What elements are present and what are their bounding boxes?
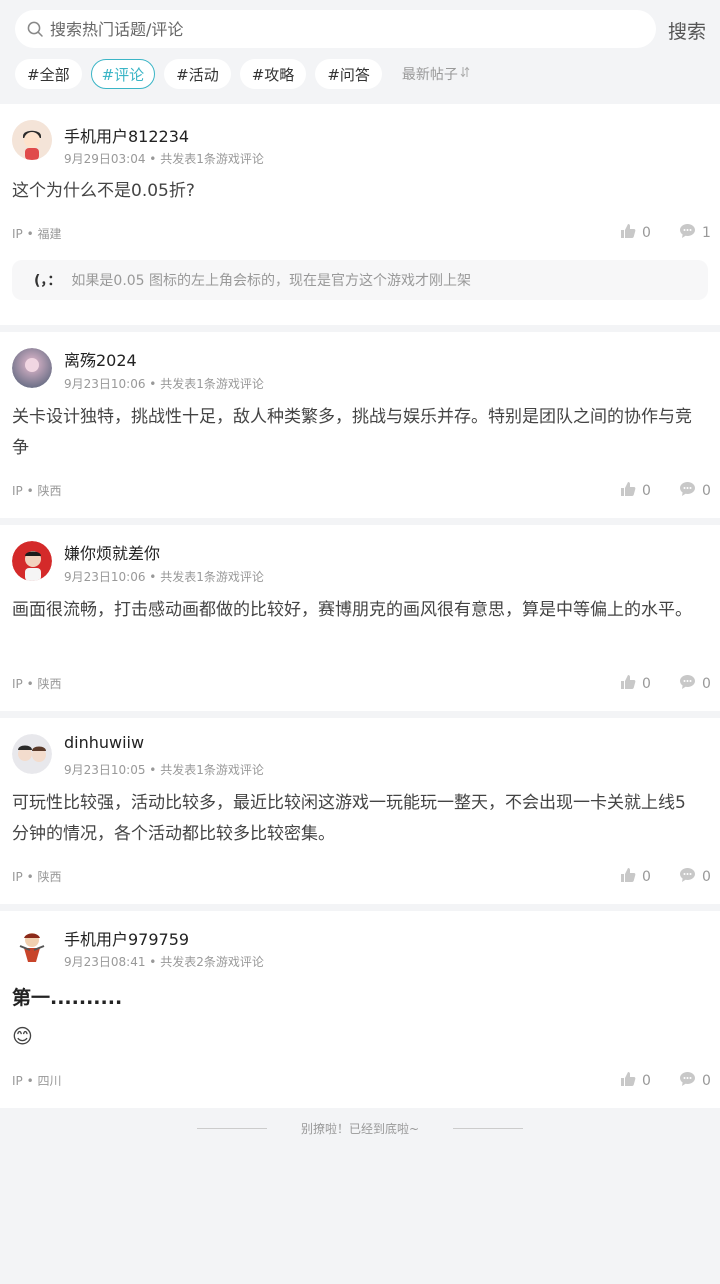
post-card[interactable]: dinhuwiiw 9月23日10:05 • 共发表1条游戏评论 可玩性比较强，… [0,718,720,904]
like-button[interactable]: 0 [620,1071,651,1091]
like-count: 0 [642,225,651,241]
username[interactable]: 离殇2024 [64,347,137,371]
end-of-list-text: 别撩啦！已经到底啦~ [300,1121,420,1136]
sort-arrows-icon [460,66,470,82]
like-count: 0 [642,869,651,885]
tab-guide[interactable]: #攻略 [239,59,307,89]
smile-emoji-icon: 😊 [12,1024,33,1048]
comment-count: 0 [702,483,711,499]
thumbs-up-icon [620,867,642,887]
comment-bubble-icon [679,867,702,887]
tab-review[interactable]: #评论 [90,59,156,89]
thumbs-up-icon [620,1071,642,1091]
post-card[interactable]: 嫌你烦就差你 9月23日10:06 • 共发表1条游戏评论 画面很流畅，打击感动… [0,525,720,711]
post-content[interactable]: 可玩性比较强，活动比较多，最近比较闲这游戏一玩能玩一整天，不会出现一卡关就上线5… [12,788,700,850]
comment-bubble-icon [679,674,702,694]
post-card[interactable]: 手机用户979759 9月23日08:41 • 共发表2条游戏评论 第一....… [0,911,720,1108]
comment-count: 0 [702,869,711,885]
comment-button[interactable]: 0 [679,481,711,501]
like-count: 0 [642,1073,651,1089]
post-meta: 9月23日10:06 • 共发表1条游戏评论 [64,570,264,584]
post-meta: 9月23日10:05 • 共发表1条游戏评论 [64,763,264,777]
like-button[interactable]: 0 [620,867,651,887]
sort-label: 最新帖子 [401,67,458,83]
username[interactable]: 手机用户812234 [64,123,189,147]
avatar[interactable] [12,348,52,388]
search-icon [26,20,44,38]
thumbs-up-icon [620,223,642,243]
post-content[interactable]: 关卡设计独特，挑战性十足，敌人种类繁多，挑战与娱乐并存。特别是团队之间的协作与竞… [12,402,700,464]
like-count: 0 [642,483,651,499]
comment-bubble-icon [679,481,702,501]
post-content[interactable]: 第一.......... [12,983,700,1014]
like-button[interactable]: 0 [620,223,651,243]
comment-button[interactable]: 0 [679,1071,711,1091]
avatar[interactable] [12,734,52,774]
username[interactable]: dinhuwiiw [64,733,144,752]
username[interactable]: 嫌你烦就差你 [64,540,160,564]
post-meta: 9月23日10:06 • 共发表1条游戏评论 [64,377,264,391]
reply-author: (，： [34,273,62,289]
search-box[interactable] [15,10,656,48]
post-card[interactable]: 手机用户812234 9月29日03:04 • 共发表1条游戏评论 这个为什么不… [0,104,720,325]
like-button[interactable]: 0 [620,481,651,501]
tab-all[interactable]: #全部 [15,59,82,89]
comment-button[interactable]: 1 [679,223,711,243]
reply-text: 如果是0.05 图标的左上角会标的，现在是官方这个游戏才刚上架 [71,273,472,289]
topic-tabs: #全部 #评论 #活动 #攻略 #问答 最新帖子 [15,59,470,89]
tab-qa[interactable]: #问答 [315,59,382,89]
comment-button[interactable]: 0 [679,867,711,887]
ip-location: IP • 四川 [12,1074,62,1088]
avatar[interactable] [12,541,52,581]
thumbs-up-icon [620,481,642,501]
post-meta: 9月29日03:04 • 共发表1条游戏评论 [64,152,264,166]
comment-count: 0 [702,1073,711,1089]
post-card[interactable]: 离殇2024 9月23日10:06 • 共发表1条游戏评论 关卡设计独特，挑战性… [0,332,720,518]
comment-bubble-icon [679,223,702,243]
reply-preview[interactable]: (，： 如果是0.05 图标的左上角会标的，现在是官方这个游戏才刚上架 [12,260,708,300]
sort-dropdown[interactable]: 最新帖子 [402,64,470,84]
comment-bubble-icon [679,1071,702,1091]
ip-location: IP • 福建 [12,227,62,241]
search-input[interactable] [48,18,632,40]
ip-location: IP • 陕西 [12,677,62,691]
avatar[interactable] [12,120,52,160]
comment-button[interactable]: 0 [679,674,711,694]
thumbs-up-icon [620,674,642,694]
avatar[interactable] [12,926,52,966]
ip-location: IP • 陕西 [12,870,62,884]
post-content[interactable]: 这个为什么不是0.05折? [12,176,700,207]
post-content[interactable]: 画面很流畅，打击感动画都做的比较好，赛博朋克的画风很有意思，算是中等偏上的水平。 [12,595,700,626]
top-bar: 搜索 #全部 #评论 #活动 #攻略 #问答 最新帖子 [0,0,720,104]
username[interactable]: 手机用户979759 [64,926,189,950]
search-button[interactable]: 搜索 [668,17,706,44]
like-count: 0 [642,676,651,692]
end-of-list-footer: 别撩啦！已经到底啦~ [0,1116,720,1140]
tab-activity[interactable]: #活动 [164,59,231,89]
divider [453,1127,524,1129]
comment-count: 1 [702,225,711,241]
divider [196,1127,267,1129]
post-meta: 9月23日08:41 • 共发表2条游戏评论 [64,955,264,969]
ip-location: IP • 陕西 [12,484,62,498]
like-button[interactable]: 0 [620,674,651,694]
comment-count: 0 [702,676,711,692]
